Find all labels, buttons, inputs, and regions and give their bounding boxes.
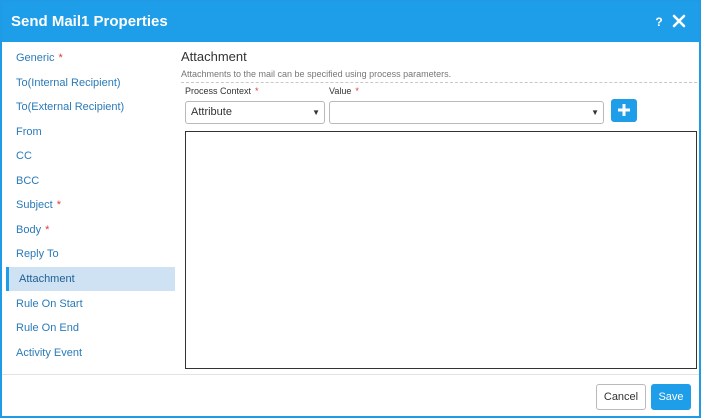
value-select[interactable]: ▼ [329, 101, 604, 124]
required-marker: * [355, 86, 359, 96]
sidebar-item-label: From [16, 125, 42, 138]
section-description: Attachments to the mail can be specified… [181, 69, 452, 79]
properties-dialog: Send Mail1 Properties ? Generic * To(Inte… [0, 0, 701, 418]
process-context-select[interactable]: Attribute ▼ [185, 101, 325, 124]
value-label-text: Value [329, 86, 352, 96]
sidebar-item-to-internal-recipient[interactable]: To(Internal Recipient) [6, 71, 175, 95]
process-context-value: Attribute [191, 106, 232, 118]
process-context-label-text: Process Context [185, 86, 252, 96]
sidebar-item-rule-on-end[interactable]: Rule On End [6, 316, 175, 340]
sidebar-item-label: Generic [16, 52, 55, 64]
required-marker: * [56, 199, 61, 211]
sidebar-item-attachment[interactable]: Attachment [6, 267, 175, 291]
footer-divider [2, 374, 699, 375]
section-divider [181, 82, 697, 83]
sidebar-item-label: To(Internal Recipient) [16, 76, 121, 89]
cancel-button[interactable]: Cancel [596, 384, 646, 410]
dialog-title: Send Mail1 Properties [11, 13, 168, 30]
attachment-list[interactable] [185, 131, 697, 369]
required-marker: * [255, 86, 259, 96]
value-label: Value * [329, 86, 359, 96]
sidebar-item-generic[interactable]: Generic * [6, 46, 175, 70]
close-icon[interactable] [672, 14, 688, 30]
sidebar-item-to-external-recipient[interactable]: To(External Recipient) [6, 95, 175, 119]
sidebar-item-reply-to[interactable]: Reply To [6, 242, 175, 266]
sidebar-item-activity-event[interactable]: Activity Event [6, 341, 175, 365]
sidebar-item-label: Rule On End [16, 322, 79, 334]
sidebar-item-bcc[interactable]: BCC [6, 169, 175, 193]
plus-icon [618, 104, 630, 116]
sidebar-item-label: Rule On Start [16, 297, 83, 310]
sidebar-item-label: Subject [16, 199, 53, 211]
sidebar-item-label: Attachment [19, 273, 75, 285]
sidebar-item-label: Body [16, 223, 42, 236]
sidebar-item-subject[interactable]: Subject * [6, 193, 175, 217]
section-title: Attachment [181, 49, 247, 64]
help-icon[interactable]: ? [653, 14, 665, 30]
dialog-titlebar: Send Mail1 Properties ? [2, 2, 699, 42]
sidebar-item-label: Reply To [16, 248, 59, 260]
required-marker: * [58, 52, 63, 64]
add-attachment-button[interactable] [611, 99, 637, 122]
sidebar-item-label: Activity Event [16, 346, 83, 359]
sidebar-item-label: To(External Recipient) [16, 101, 125, 113]
dropdown-caret-icon: ▼ [591, 108, 599, 117]
sidebar-item-label: CC [16, 150, 32, 162]
required-marker: * [45, 223, 50, 236]
sidebar-item-rule-on-start[interactable]: Rule On Start [6, 292, 175, 316]
dropdown-caret-icon: ▼ [312, 108, 320, 117]
sidebar-item-body[interactable]: Body * [6, 218, 175, 242]
sidebar-item-label: BCC [16, 174, 40, 187]
sidebar-nav: Generic * To(Internal Recipient) To(Exter… [6, 46, 175, 366]
process-context-label: Process Context * [185, 86, 259, 96]
sidebar-item-from[interactable]: From [6, 120, 175, 144]
sidebar-item-cc[interactable]: CC [6, 144, 175, 168]
save-button[interactable]: Save [651, 384, 691, 410]
